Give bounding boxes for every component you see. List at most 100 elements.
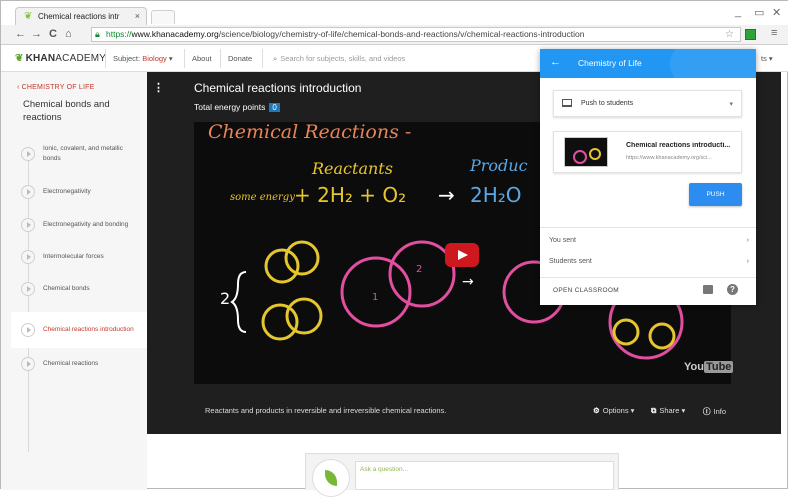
subject-menu[interactable]: Subject: Biology ▾ [113,54,173,63]
breadcrumb[interactable]: ‹ CHEMISTRY OF LIFE [17,84,94,91]
back-arrow-icon[interactable]: ← [550,56,561,68]
students-sent-row[interactable]: Students sent › [549,258,749,265]
sidebar-item-label: Chemical reactions introduction [43,326,134,333]
tab-title: Chemical reactions intr [38,12,120,21]
logo-bold: KHAN [25,53,56,64]
search-placeholder: Search for subjects, skills, and videos [280,54,406,63]
address-bar[interactable]: 🔒︎ https://www.khanacademy.org/science/b… [91,27,741,42]
feedback-icon[interactable] [703,285,713,294]
sidebar-item-active[interactable]: Chemical reactions introduction [11,312,147,348]
students-sent-label: Students sent [549,258,592,265]
leaf-icon: ❦ [15,53,24,64]
divider [105,49,106,68]
link-preview-card: Chemical reactions introducti... https:/… [553,131,742,173]
youtube-tube: Tube [703,361,734,373]
subject-label: Subject: [113,54,143,63]
chevron-right-icon: › [746,258,749,265]
help-icon[interactable]: ? [727,284,738,295]
popup-header: ← Chemistry of Life [540,49,756,78]
push-target-label: Push to students [581,100,634,107]
tab-close-icon[interactable]: × [135,11,140,21]
open-classroom-link[interactable]: OPEN CLASSROOM [553,287,619,294]
push-button[interactable]: PUSH [689,183,742,206]
board-label-two: 2 [416,264,422,275]
chevron-down-icon: ▾ [168,54,173,63]
push-target-select[interactable]: Push to students ▾ [553,90,742,117]
search-input[interactable]: ⌕ Search for subjects, skills, and videos [273,54,405,64]
play-circle-icon [21,218,35,232]
share-label: Share ▾ [659,406,686,415]
you-sent-row[interactable]: You sent › [549,237,749,244]
url-host: www.khanacademy.org [131,29,219,39]
divider [540,277,756,278]
sidebar-item[interactable]: Chemical reactions [11,348,147,380]
browser-toolbar: ← → C ⌂ 🔒︎ https://www.khanacademy.org/s… [1,25,788,45]
video-caption: Reactants and products in reversible and… [205,406,447,415]
sidebar-item[interactable]: Electronegativity [11,176,147,208]
back-icon[interactable]: ← [15,28,26,40]
khan-leaf-icon: ❦ [24,11,33,22]
hydrogen-molecules [261,240,323,341]
reload-icon[interactable]: C [49,28,57,40]
sidebar-item-label: Electronegativity and bonding [43,221,129,228]
sidebar-item[interactable]: Intermolecular forces [11,241,147,273]
link-title: Chemical reactions introducti... [626,142,731,149]
chevron-down-icon: ▾ [729,101,733,108]
play-circle-icon [21,357,35,371]
video-title: Chemical reactions introduction [194,81,362,95]
bookmark-star-icon[interactable]: ☆ [725,28,734,41]
new-tab-button[interactable] [151,10,175,24]
sidebar-item[interactable]: Chemical bonds [11,273,147,305]
link-url: https://www.khanacademy.org/sci... [626,155,712,161]
sidebar-item[interactable]: Electronegativity and bonding [11,209,147,241]
logo-rest: ACADEMY [55,53,107,64]
sidebar-item-label: Ionic, covalent, and metallic bonds [43,145,123,162]
brace-mark [230,271,247,333]
divider [540,227,756,228]
header-decoration [670,49,756,78]
sidebar-item-label: Intermolecular forces [43,253,104,260]
question-input[interactable]: Ask a question... [355,461,614,490]
url-scheme: https:// [106,29,132,39]
play-circle-icon [21,250,35,264]
options-label: Options ▾ [602,406,635,415]
play-circle-icon [21,185,35,199]
sidebar-item-label: Chemical bonds [43,285,90,292]
board-some-energy: some energy [230,192,295,203]
browser-tab[interactable]: ❦ Chemical reactions intr × [15,7,147,25]
play-circle-icon [21,147,35,161]
chevron-right-icon: › [746,237,749,244]
info-button[interactable]: ⓘ Info [703,406,726,417]
donate-link[interactable]: Donate [228,54,252,63]
about-link[interactable]: About [192,54,212,63]
subject-value: Biology [142,54,167,63]
youtube-logo[interactable]: You Tube [684,361,734,373]
home-icon[interactable]: ⌂ [65,28,72,40]
site-logo[interactable]: ❦ KHANACADEMY [15,53,106,64]
board-reactants: Reactants [311,159,393,178]
browser-window: ❦ Chemical reactions intr × _ ▭ ✕ ← → C … [0,0,788,497]
youtube-play-icon[interactable] [445,243,479,267]
more-vert-icon[interactable]: ⋮ [153,81,164,94]
window-close-icon[interactable]: ✕ [772,6,781,19]
board-arrow-small: → [462,274,474,290]
share-button[interactable]: ⧉ Share ▾ [651,406,685,416]
divider [220,49,221,68]
options-button[interactable]: ⚙ Options ▾ [593,406,634,415]
avatar [312,459,350,497]
play-circle-icon [21,323,35,337]
restore-icon[interactable]: ▭ [754,6,764,19]
energy-label: Total energy points [194,102,266,112]
board-coefficient: 2 [220,289,230,308]
classroom-extension-icon[interactable] [745,29,756,40]
forward-icon[interactable]: → [31,28,42,40]
url-path: /science/biology/chemistry-of-life/chemi… [218,29,585,39]
header-menu-fragment[interactable]: ts ▾ [761,54,773,63]
laptop-icon [562,99,572,107]
sidebar-item[interactable]: Ionic, covalent, and metallic bonds [11,138,147,170]
gear-icon: ⚙ [593,406,600,415]
minimize-icon[interactable]: _ [735,6,741,18]
sidebar: ‹ CHEMISTRY OF LIFE Chemical bonds and r… [1,72,147,490]
chrome-menu-icon[interactable]: ≡ [771,27,777,39]
classroom-popup: ← Chemistry of Life Push to students ▾ C… [540,49,756,305]
